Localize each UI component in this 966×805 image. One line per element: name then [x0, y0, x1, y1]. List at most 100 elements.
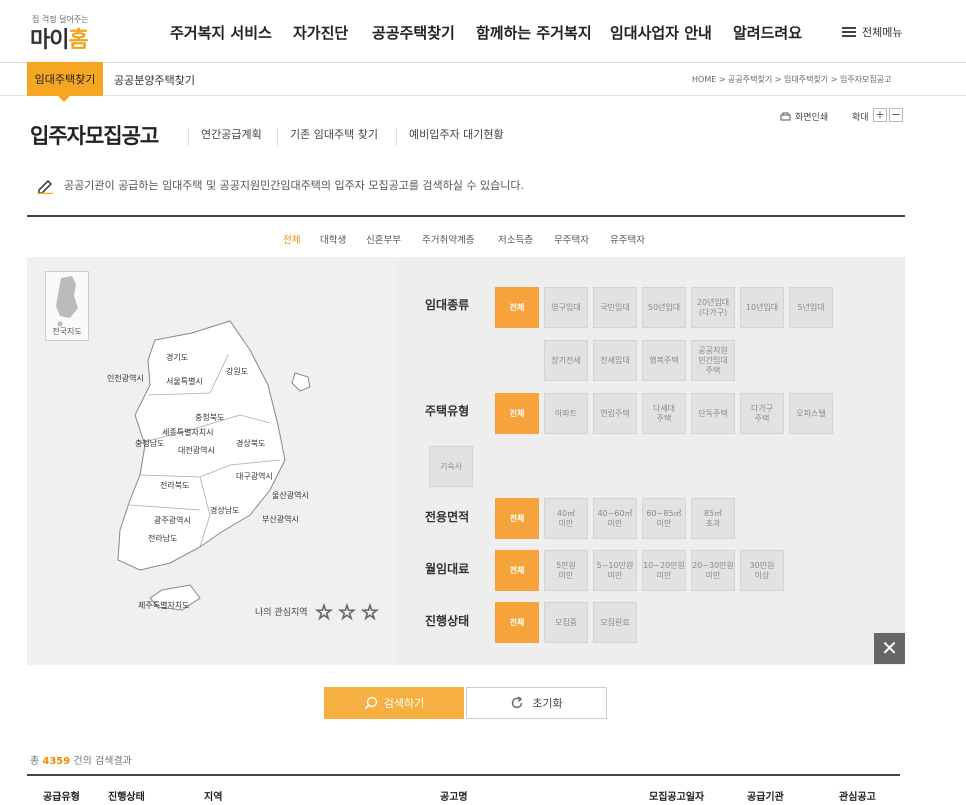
region-seoul[interactable]: 서울특별시 [166, 376, 203, 387]
page-title: 입주자모집공고 [30, 124, 159, 148]
category-vulnerable[interactable]: 주거취약계층 [422, 232, 474, 246]
close-panel-button[interactable]: ✕ [874, 633, 905, 664]
status-all[interactable]: 전체 [495, 602, 539, 643]
area-60-85[interactable]: 60~85㎡ 미만 [642, 498, 686, 539]
status-recruiting[interactable]: 모집중 [544, 602, 588, 643]
area-40-60[interactable]: 40~60㎡ 미만 [593, 498, 637, 539]
zoom-in-button[interactable]: + [873, 108, 887, 122]
housing-type-multi-family[interactable]: 다가구 주택 [740, 393, 784, 434]
column-status[interactable]: 진행상태 [108, 788, 145, 803]
favorite-star-1[interactable]: ☆ [315, 600, 334, 625]
housing-type-multiplex[interactable]: 다세대 주택 [642, 393, 686, 434]
link-existing-housing[interactable]: 기존 임대주택 찾기 [277, 128, 378, 146]
category-homeless[interactable]: 무주택자 [554, 232, 589, 246]
all-menu-button[interactable]: 전체메뉴 [842, 24, 902, 40]
region-chungnam[interactable]: 충청남도 [135, 438, 164, 449]
result-count-number: 4359 [42, 756, 71, 767]
refresh-icon [512, 696, 523, 709]
gnb-public-housing[interactable]: 공공주택찾기 [372, 22, 455, 43]
rental-type-long-term-jeonse[interactable]: 장기전세 [544, 340, 588, 381]
zoom-out-button[interactable]: − [889, 108, 903, 122]
rent-all[interactable]: 전체 [495, 550, 539, 591]
active-tab-arrow-icon [58, 96, 70, 102]
filter-label-rent: 월임대료 [425, 562, 470, 576]
favorite-region-label: 나의 관심지역 [255, 608, 308, 618]
rental-type-50year[interactable]: 50년임대 [642, 287, 686, 328]
category-homeowner[interactable]: 유주택자 [610, 232, 645, 246]
rent-under-5[interactable]: 5만원 미만 [544, 550, 588, 591]
category-all[interactable]: 전체 [283, 232, 300, 246]
favorite-star-3[interactable]: ☆ [361, 600, 380, 625]
rental-type-permanent[interactable]: 영구임대 [544, 287, 588, 328]
region-sejong[interactable]: 세종특별자치시 [162, 427, 214, 438]
rental-type-all[interactable]: 전체 [495, 287, 539, 328]
table-top-rule [27, 774, 900, 776]
mini-national-map[interactable]: 전국지도 [45, 271, 89, 341]
region-gangwon[interactable]: 강원도 [226, 366, 248, 377]
gnb-together-welfare[interactable]: 함께하는 주거복지 [476, 22, 592, 43]
area-under-40[interactable]: 40㎡ 미만 [544, 498, 588, 539]
category-student[interactable]: 대학생 [320, 232, 346, 246]
reset-button[interactable]: 초기화 [466, 687, 607, 719]
region-jeonbuk[interactable]: 전라북도 [160, 480, 189, 491]
area-over-85[interactable]: 85㎡ 초과 [691, 498, 735, 539]
region-gyeongbuk[interactable]: 경상북도 [236, 438, 265, 449]
tab-sale-housing[interactable]: 공공분양주택찾기 [114, 72, 195, 88]
tab-rental-housing[interactable]: 임대주택찾기 [27, 62, 103, 96]
rental-type-national[interactable]: 국민임대 [593, 287, 637, 328]
rental-type-20year[interactable]: 20년임대 (다가구) [691, 287, 735, 328]
search-button[interactable]: 검색하기 [324, 687, 464, 719]
region-gwangju[interactable]: 광주광역시 [154, 515, 191, 526]
gnb-landlord-guide[interactable]: 임대사업자 안내 [610, 22, 712, 43]
gnb-welfare-service[interactable]: 주거복지 서비스 [170, 22, 272, 43]
column-agency[interactable]: 공급기관 [747, 788, 784, 803]
print-button[interactable]: 화면인쇄 [780, 110, 828, 123]
region-gyeonggi[interactable]: 경기도 [166, 352, 188, 363]
rent-20-30[interactable]: 20~30만원 미만 [691, 550, 735, 591]
rental-type-jeonse[interactable]: 전세임대 [593, 340, 637, 381]
gnb-notice[interactable]: 알려드려요 [733, 22, 802, 43]
region-ulsan[interactable]: 울산광역시 [272, 490, 309, 501]
favorite-star-2[interactable]: ☆ [338, 600, 357, 625]
category-newlywed[interactable]: 신혼부부 [366, 232, 401, 246]
rent-10-20[interactable]: 10~20만원 미만 [642, 550, 686, 591]
housing-type-all[interactable]: 전체 [495, 393, 539, 434]
gnb-self-diagnosis[interactable]: 자가진단 [293, 22, 348, 43]
area-all[interactable]: 전체 [495, 498, 539, 539]
zoom-label: 확대 [852, 113, 869, 123]
link-annual-plan[interactable]: 연간공급계획 [188, 128, 262, 146]
column-favorite[interactable]: 관심공고 [839, 788, 876, 803]
rent-5-10[interactable]: 5~10만원 미만 [593, 550, 637, 591]
housing-type-row-house[interactable]: 연립주택 [593, 393, 637, 434]
region-incheon[interactable]: 인천광역시 [107, 373, 144, 384]
rental-type-10year[interactable]: 10년임대 [740, 287, 784, 328]
rental-type-5year[interactable]: 5년임대 [789, 287, 833, 328]
logo[interactable]: 집 걱정 덜어주는 마이홈 [30, 12, 110, 53]
region-jeonnam[interactable]: 전라남도 [148, 533, 177, 544]
column-supply-type[interactable]: 공급유형 [43, 788, 80, 803]
column-notice-date[interactable]: 모집공고일자 [649, 788, 704, 803]
rent-over-30[interactable]: 30만원 이상 [740, 550, 784, 591]
filter-label-rental-type: 임대종류 [425, 298, 470, 312]
region-daejeon[interactable]: 대전광역시 [178, 445, 215, 456]
korea-map[interactable] [100, 315, 340, 625]
housing-type-officetel[interactable]: 오피스텔 [789, 393, 833, 434]
logo-name: 마이홈 [30, 28, 89, 53]
rental-type-happy-housing[interactable]: 행복주택 [642, 340, 686, 381]
region-busan[interactable]: 부산광역시 [262, 514, 299, 525]
filter-label-area: 전용면적 [425, 510, 470, 524]
column-region[interactable]: 지역 [204, 788, 222, 803]
rental-type-private-public[interactable]: 공공지원 민간임대 주택 [691, 340, 735, 381]
column-notice-title[interactable]: 공고명 [440, 788, 468, 803]
category-low-income[interactable]: 저소득층 [498, 232, 533, 246]
link-waitlist[interactable]: 예비입주자 대기현황 [396, 128, 504, 146]
korea-mini-icon [56, 276, 78, 327]
region-chungbuk[interactable]: 충청북도 [195, 412, 224, 423]
housing-type-dormitory[interactable]: 기숙사 [429, 446, 473, 487]
region-gyeongnam[interactable]: 경상남도 [210, 505, 239, 516]
region-jeju[interactable]: 제주특별자치도 [138, 600, 190, 611]
housing-type-apartment[interactable]: 아파트 [544, 393, 588, 434]
region-daegu[interactable]: 대구광역시 [236, 471, 273, 482]
housing-type-detached[interactable]: 단독주택 [691, 393, 735, 434]
status-closed[interactable]: 모집완료 [593, 602, 637, 643]
